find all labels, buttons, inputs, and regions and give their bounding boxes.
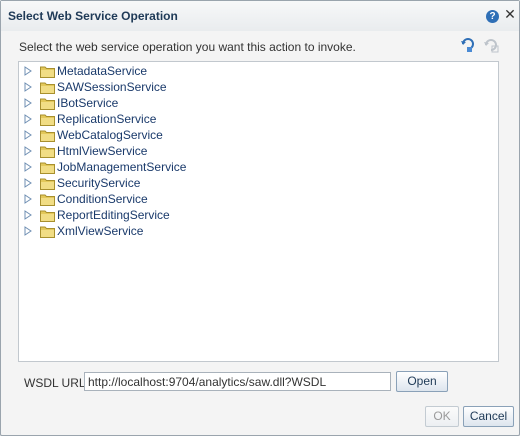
tree-item[interactable]: JobManagementService — [23, 159, 186, 175]
tree-item[interactable]: XmlViewService — [23, 223, 143, 239]
folder-icon — [40, 162, 55, 174]
expand-triangle-icon[interactable] — [23, 210, 33, 220]
refresh-icon[interactable] — [459, 35, 477, 53]
tree-item-label: IBotService — [57, 96, 119, 110]
tree-item-label: ReportEditingService — [57, 208, 170, 222]
folder-icon — [40, 130, 55, 142]
folder-icon — [40, 82, 55, 94]
tree-item[interactable]: IBotService — [23, 95, 118, 111]
tree-item[interactable]: ConditionService — [23, 191, 148, 207]
tree-item-label: HtmlViewService — [57, 144, 148, 158]
expand-triangle-icon[interactable] — [23, 194, 33, 204]
expand-triangle-icon[interactable] — [23, 162, 33, 172]
tree-item-label: JobManagementService — [57, 160, 187, 174]
tree-item[interactable]: MetadataService — [23, 63, 147, 79]
dialog-title: Select Web Service Operation — [8, 9, 178, 23]
wsdl-url-label: WSDL URL — [24, 376, 86, 390]
tree-item-label: SAWSessionService — [57, 80, 167, 94]
expand-triangle-icon[interactable] — [23, 66, 33, 76]
tree-item-label: ConditionService — [57, 192, 148, 206]
open-button[interactable]: Open — [396, 371, 448, 392]
instruction-text: Select the web service operation you wan… — [19, 40, 356, 54]
tree-item[interactable]: SecurityService — [23, 175, 140, 191]
folder-icon — [40, 194, 55, 206]
wsdl-url-input[interactable] — [84, 372, 391, 391]
folder-icon — [40, 226, 55, 238]
expand-triangle-icon[interactable] — [23, 82, 33, 92]
tree-item[interactable]: WebCatalogService — [23, 127, 163, 143]
expand-triangle-icon[interactable] — [23, 98, 33, 108]
tree-item[interactable]: ReplicationService — [23, 111, 156, 127]
help-icon[interactable]: ? — [486, 10, 499, 23]
tree-item[interactable]: HtmlViewService — [23, 143, 147, 159]
folder-icon — [40, 178, 55, 190]
tree-item-label: SecurityService — [57, 176, 141, 190]
expand-triangle-icon[interactable] — [23, 226, 33, 236]
select-web-service-dialog: Select Web Service Operation ? ✕ Select … — [0, 0, 520, 436]
folder-icon — [40, 210, 55, 222]
close-icon[interactable]: ✕ — [503, 6, 517, 22]
tree-item-label: WebCatalogService — [57, 128, 163, 142]
tree-item-label: XmlViewService — [57, 224, 144, 238]
folder-icon — [40, 114, 55, 126]
tree-item[interactable]: SAWSessionService — [23, 79, 167, 95]
cancel-button[interactable]: Cancel — [463, 406, 514, 427]
ok-button: OK — [425, 406, 459, 427]
tree-item-label: MetadataService — [57, 64, 148, 78]
refresh-disabled-icon — [484, 39, 499, 53]
tree-item[interactable]: ReportEditingService — [23, 207, 170, 223]
service-tree: MetadataService SAWSessionService IBotServ… — [18, 61, 499, 362]
expand-triangle-icon[interactable] — [23, 130, 33, 140]
expand-triangle-icon[interactable] — [23, 178, 33, 188]
expand-triangle-icon[interactable] — [23, 114, 33, 124]
tree-item-label: ReplicationService — [57, 112, 157, 126]
folder-icon — [40, 98, 55, 110]
folder-icon — [40, 66, 55, 78]
expand-triangle-icon[interactable] — [23, 146, 33, 156]
folder-icon — [40, 146, 55, 158]
dialog-titlebar: Select Web Service Operation ? ✕ — [1, 1, 519, 31]
